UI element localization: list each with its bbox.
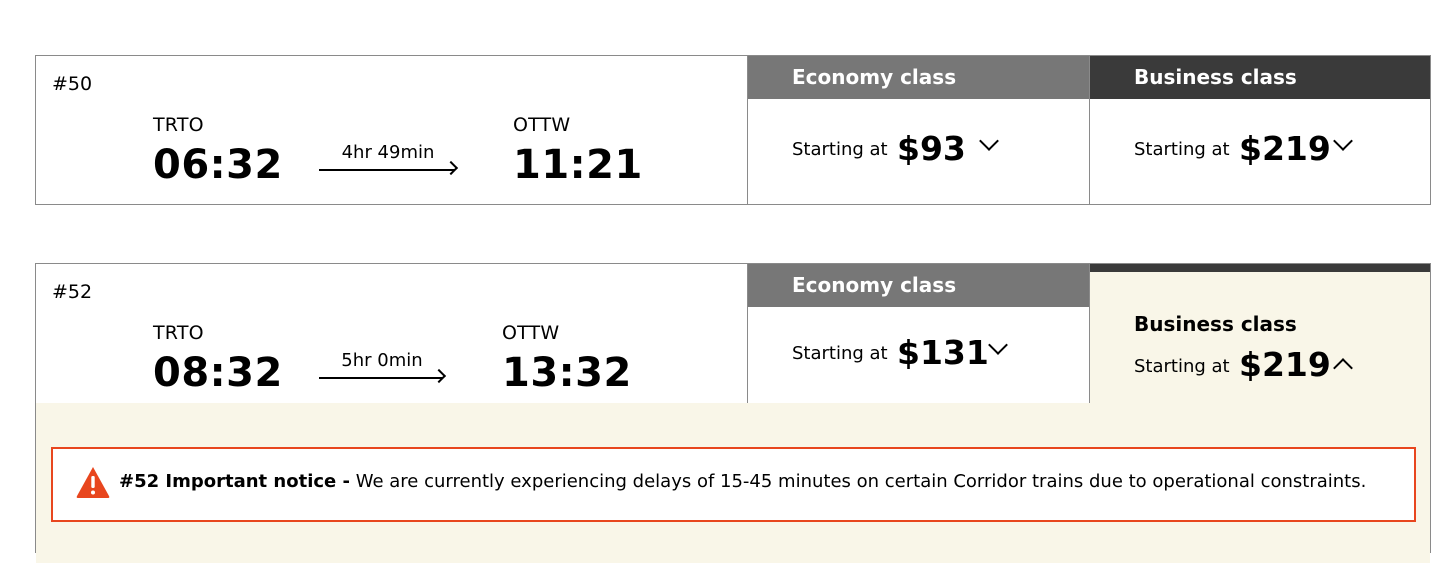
chevron-down-icon[interactable] [979, 131, 999, 151]
departure-time: 08:32 [153, 350, 283, 396]
trip-duration: 5hr 0min [341, 350, 423, 371]
warning-icon [76, 467, 110, 498]
origin-station: TRTO [153, 114, 204, 136]
chevron-down-icon[interactable] [1333, 131, 1353, 151]
notice-title: #52 Important notice - [119, 471, 350, 492]
notice-text: #52 Important notice - We are currently … [119, 471, 1366, 492]
economy-class-header: Economy class [748, 264, 1090, 307]
business-price: $219 [1239, 345, 1331, 384]
business-fare-details-panel: #52 Important notice - We are currently … [36, 403, 1430, 563]
business-class-header: Business class [1090, 56, 1430, 99]
business-fare-option-selected[interactable]: Business class Starting at $219 [1089, 264, 1430, 404]
starting-at-label: Starting at [792, 139, 888, 160]
starting-at-label: Starting at [792, 343, 888, 364]
arrival-time: 11:21 [513, 142, 643, 188]
trip-duration: 4hr 49min [341, 142, 435, 163]
arrow-right-icon [319, 377, 443, 379]
departure-time: 06:32 [153, 142, 283, 188]
chevron-up-icon[interactable] [1333, 358, 1353, 378]
selected-indicator-bar [1090, 264, 1430, 272]
arrow-right-icon [319, 169, 455, 171]
destination-station: OTTW [513, 114, 571, 136]
notice-message: We are currently experiencing delays of … [355, 471, 1367, 492]
trip-card-50: #50 TRTO 06:32 4hr 49min OTTW 11:21 Econ… [35, 55, 1431, 205]
economy-class-header: Economy class [748, 56, 1090, 99]
important-notice: #52 Important notice - We are currently … [51, 447, 1416, 522]
trip-card-52: #52 TRTO 08:32 5hr 0min OTTW 13:32 Econo… [35, 263, 1431, 563]
destination-station: OTTW [502, 322, 560, 344]
economy-price: $93 [897, 129, 966, 168]
trip-number: #50 [52, 73, 93, 95]
economy-price: $131 [897, 333, 989, 372]
chevron-down-icon[interactable] [988, 335, 1008, 355]
economy-fare-option[interactable]: Economy class Starting at $93 [747, 56, 1090, 204]
economy-fare-option[interactable]: Economy class Starting at $131 [747, 264, 1090, 404]
starting-at-label: Starting at [1134, 356, 1230, 377]
business-class-title: Business class [1134, 312, 1297, 336]
starting-at-label: Starting at [1134, 139, 1230, 160]
arrival-time: 13:32 [502, 350, 632, 396]
origin-station: TRTO [153, 322, 204, 344]
trip-number: #52 [52, 281, 93, 303]
business-fare-option[interactable]: Business class Starting at $219 [1089, 56, 1430, 204]
trip-summary: #50 TRTO 06:32 4hr 49min OTTW 11:21 [36, 56, 748, 204]
business-price: $219 [1239, 129, 1331, 168]
